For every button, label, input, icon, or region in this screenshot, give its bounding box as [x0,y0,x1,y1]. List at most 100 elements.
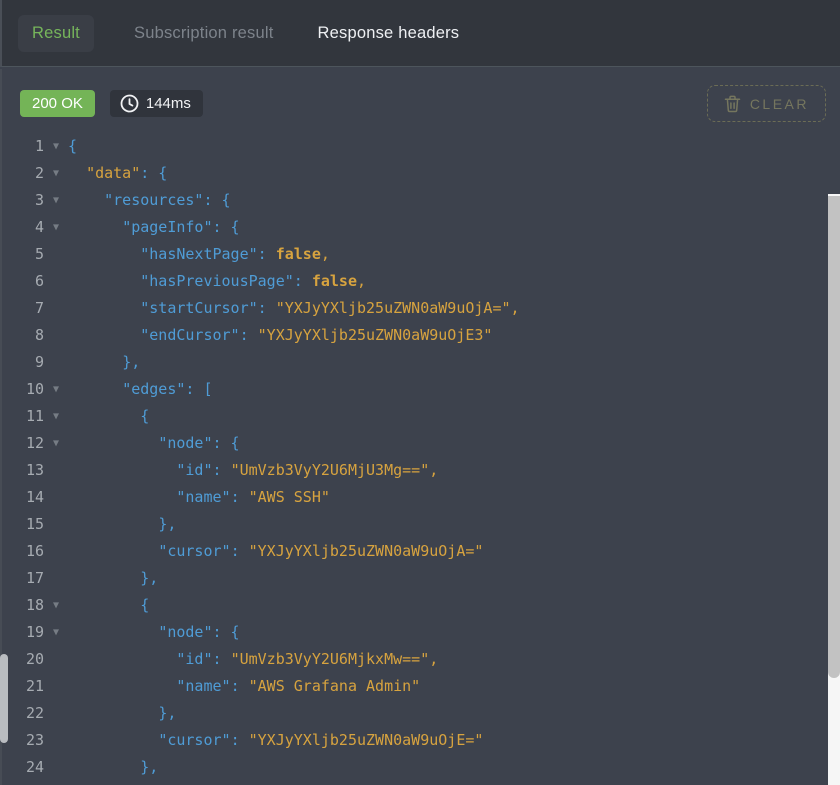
code-text: }, [68,565,828,592]
tab-result[interactable]: Result [18,15,94,52]
trash-icon [724,95,741,113]
code-line: 1▼{ [2,133,828,160]
code-text: "pageInfo": { [68,214,828,241]
token-k: "edges" [122,380,185,398]
line-gutter: 11▼ [2,403,68,430]
token-p: : [258,245,276,263]
token-k: "name" [176,677,230,695]
code-text: }, [68,511,828,538]
fold-chevron-down-icon[interactable]: ▼ [44,430,68,457]
code-line: 12▼ "node": { [2,430,828,457]
status-code-badge: 200 OK [20,90,95,117]
line-number: 20 [2,646,44,673]
line-number: 9 [2,349,44,376]
token-k: "cursor" [158,731,230,749]
token-p: { [68,137,77,155]
fold-spacer [44,349,68,376]
code-line: 6 "hasPreviousPage": false, [2,268,828,295]
line-gutter: 13 [2,457,68,484]
token-k: "startCursor" [140,299,257,317]
tab-subscription-result[interactable]: Subscription result [130,15,278,52]
token-k: "resources" [104,191,203,209]
code-line: 17 }, [2,565,828,592]
line-gutter: 20 [2,646,68,673]
token-s: "YXJyYXljb25uZWN0aW9uOjA=", [276,299,520,317]
token-k: "id" [176,461,212,479]
token-p: }, [140,569,158,587]
fold-spacer [44,457,68,484]
token-p: : { [140,164,167,182]
line-number: 6 [2,268,44,295]
token-s: "YXJyYXljb25uZWN0aW9uOjE3" [258,326,493,344]
token-s: , [321,245,330,263]
clear-button[interactable]: CLEAR [707,85,826,122]
line-gutter: 12▼ [2,430,68,457]
fold-spacer [44,484,68,511]
line-number: 5 [2,241,44,268]
tab-response-headers[interactable]: Response headers [314,15,464,52]
token-k: "pageInfo" [122,218,212,236]
vertical-scrollbar[interactable] [828,194,840,785]
code-text: "hasPreviousPage": false, [68,268,828,295]
code-text: "cursor": "YXJyYXljb25uZWN0aW9uOjA=" [68,538,828,565]
fold-chevron-down-icon[interactable]: ▼ [44,619,68,646]
token-p: }, [140,758,158,776]
code-text: "edges": [ [68,376,828,403]
fold-chevron-down-icon[interactable]: ▼ [44,187,68,214]
window-scrollbar-thumb[interactable] [0,654,8,743]
token-p: : [231,542,249,560]
line-gutter: 22 [2,700,68,727]
code-line: 9 }, [2,349,828,376]
line-gutter: 4▼ [2,214,68,241]
line-number: 3 [2,187,44,214]
token-p: }, [122,353,140,371]
token-p: : { [213,434,240,452]
line-gutter: 7 [2,295,68,322]
vertical-scrollbar-thumb[interactable] [828,196,840,678]
line-gutter: 3▼ [2,187,68,214]
token-p: : [ [185,380,212,398]
line-number: 10 [2,376,44,403]
line-gutter: 10▼ [2,376,68,403]
token-s: "YXJyYXljb25uZWN0aW9uOjA=" [249,542,484,560]
code-line: 19▼ "node": { [2,619,828,646]
code-text: "startCursor": "YXJyYXljb25uZWN0aW9uOjA=… [68,295,828,322]
token-p: : [213,461,231,479]
token-k: "name" [176,488,230,506]
token-p: : [294,272,312,290]
fold-chevron-down-icon[interactable]: ▼ [44,592,68,619]
line-gutter: 23 [2,727,68,754]
line-gutter: 21 [2,673,68,700]
token-s: "UmVzb3VyY2U6MjkxMw==", [231,650,439,668]
line-gutter: 19▼ [2,619,68,646]
code-text: "name": "AWS Grafana Admin" [68,673,828,700]
line-number: 7 [2,295,44,322]
line-gutter: 24 [2,754,68,781]
json-response-viewer: 1▼{2▼ "data": {3▼ "resources": {4▼ "page… [2,126,828,785]
token-p: : [231,677,249,695]
clock-icon [120,94,139,113]
token-p: : { [213,623,240,641]
code-line: 24 }, [2,754,828,781]
fold-chevron-down-icon[interactable]: ▼ [44,133,68,160]
line-number: 8 [2,322,44,349]
line-number: 23 [2,727,44,754]
code-line: 21 "name": "AWS Grafana Admin" [2,673,828,700]
line-number: 18 [2,592,44,619]
token-p: { [140,596,149,614]
fold-spacer [44,538,68,565]
fold-chevron-down-icon[interactable]: ▼ [44,160,68,187]
token-p: : [258,299,276,317]
token-s: "AWS SSH" [249,488,330,506]
code-line: 15 }, [2,511,828,538]
line-gutter: 1▼ [2,133,68,160]
fold-chevron-down-icon[interactable]: ▼ [44,214,68,241]
token-p: }, [158,704,176,722]
fold-chevron-down-icon[interactable]: ▼ [44,403,68,430]
line-number: 2 [2,160,44,187]
code-text: }, [68,754,828,781]
fold-chevron-down-icon[interactable]: ▼ [44,376,68,403]
line-number: 4 [2,214,44,241]
token-s: "AWS Grafana Admin" [249,677,421,695]
token-s: , [357,272,366,290]
